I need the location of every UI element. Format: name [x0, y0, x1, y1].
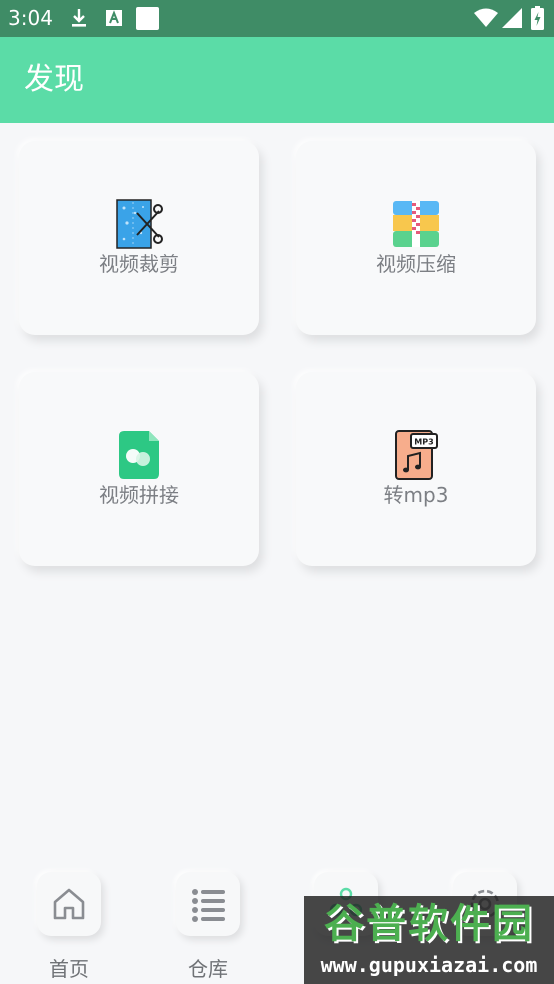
status-bar: 3:04: [0, 0, 554, 37]
to-mp3-card[interactable]: MP3 转mp3: [296, 372, 536, 566]
home-icon: [53, 888, 85, 920]
video-compress-label: 视频压缩: [376, 252, 456, 276]
mp3-icon: MP3: [395, 430, 438, 480]
watermark-title: 谷普软件园: [324, 901, 534, 947]
nav-warehouse[interactable]: [176, 872, 240, 936]
video-trim-card[interactable]: 视频裁剪: [19, 141, 259, 335]
battery-icon: [531, 6, 544, 30]
video-compress-icon: [393, 201, 439, 247]
video-compress-card[interactable]: 视频压缩: [296, 141, 536, 335]
app-bar: 发现: [0, 37, 554, 123]
nav-home-label: 首页: [49, 957, 89, 981]
a-icon: [106, 10, 122, 26]
signal-icon: [502, 8, 522, 28]
to-mp3-label: 转mp3: [383, 483, 449, 507]
download-icon: [72, 9, 86, 27]
video-merge-icon: [119, 431, 159, 479]
video-trim-icon: [116, 199, 163, 249]
mp3-icon-text: MP3: [414, 438, 433, 447]
watermark: 谷普软件园 www.gupuxiazai.com: [304, 896, 554, 984]
video-trim-label: 视频裁剪: [99, 252, 179, 276]
video-merge-label: 视频拼接: [99, 483, 179, 507]
nav-warehouse-label: 仓库: [188, 957, 228, 981]
nav-home[interactable]: [37, 872, 101, 936]
square-icon: [136, 7, 159, 30]
video-merge-card[interactable]: 视频拼接: [19, 372, 259, 566]
page-title: 发现: [24, 62, 84, 97]
status-time: 3:04: [8, 6, 53, 30]
list-icon: [192, 889, 225, 922]
wifi-icon: [474, 8, 498, 27]
watermark-url: www.gupuxiazai.com: [320, 953, 538, 977]
